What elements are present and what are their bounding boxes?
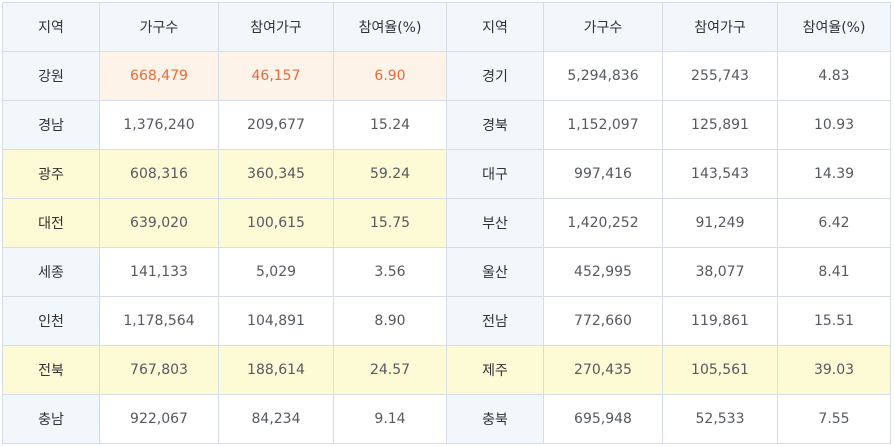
region-cell: 경남 <box>2 100 100 150</box>
region-cell: 광주 <box>2 149 100 199</box>
rate-cell: 15.51 <box>777 296 891 346</box>
households-cell: 1,420,252 <box>543 198 663 248</box>
region-cell: 제주 <box>446 345 544 395</box>
region-cell: 인천 <box>2 296 100 346</box>
region-cell: 대전 <box>2 198 100 248</box>
table-row: 전북 767,803 188,614 24.57 제주 270,435 105,… <box>2 345 891 395</box>
households-cell: 141,133 <box>99 247 219 297</box>
table-row: 충남 922,067 84,234 9.14 충북 695,948 52,533… <box>2 394 891 444</box>
households-cell: 608,316 <box>99 149 219 199</box>
households-cell: 5,294,836 <box>543 51 663 101</box>
participants-cell: 46,157 <box>218 51 334 101</box>
region-cell: 경기 <box>446 51 544 101</box>
header-rate-right: 참여율(%) <box>777 2 891 52</box>
participants-cell: 105,561 <box>662 345 778 395</box>
participants-cell: 52,533 <box>662 394 778 444</box>
households-cell: 639,020 <box>99 198 219 248</box>
rate-cell: 15.75 <box>333 198 447 248</box>
region-cell: 전남 <box>446 296 544 346</box>
table-row: 세종 141,133 5,029 3.56 울산 452,995 38,077 … <box>2 247 891 297</box>
households-cell: 1,376,240 <box>99 100 219 150</box>
households-cell: 695,948 <box>543 394 663 444</box>
participants-cell: 5,029 <box>218 247 334 297</box>
participants-cell: 84,234 <box>218 394 334 444</box>
header-region-left: 지역 <box>2 2 100 52</box>
participants-cell: 38,077 <box>662 247 778 297</box>
region-cell: 강원 <box>2 51 100 101</box>
rate-cell: 8.90 <box>333 296 447 346</box>
participants-cell: 91,249 <box>662 198 778 248</box>
table-row: 강원 668,479 46,157 6.90 경기 5,294,836 255,… <box>2 51 891 101</box>
rate-cell: 8.41 <box>777 247 891 297</box>
households-cell: 1,152,097 <box>543 100 663 150</box>
rate-cell: 39.03 <box>777 345 891 395</box>
households-cell: 1,178,564 <box>99 296 219 346</box>
region-cell: 대구 <box>446 149 544 199</box>
households-cell: 922,067 <box>99 394 219 444</box>
header-row: 지역 가구수 참여가구 참여율(%) 지역 가구수 참여가구 참여율(%) <box>2 2 891 52</box>
households-cell: 767,803 <box>99 345 219 395</box>
region-cell: 전북 <box>2 345 100 395</box>
participants-cell: 255,743 <box>662 51 778 101</box>
header-households-left: 가구수 <box>99 2 219 52</box>
table-row: 대전 639,020 100,615 15.75 부산 1,420,252 91… <box>2 198 891 248</box>
region-cell: 경북 <box>446 100 544 150</box>
participants-cell: 143,543 <box>662 149 778 199</box>
region-cell: 세종 <box>2 247 100 297</box>
participants-cell: 104,891 <box>218 296 334 346</box>
table-row: 인천 1,178,564 104,891 8.90 전남 772,660 119… <box>2 296 891 346</box>
rate-cell: 15.24 <box>333 100 447 150</box>
region-cell: 부산 <box>446 198 544 248</box>
participants-cell: 125,891 <box>662 100 778 150</box>
rate-cell: 10.93 <box>777 100 891 150</box>
households-cell: 668,479 <box>99 51 219 101</box>
participation-table: 지역 가구수 참여가구 참여율(%) 지역 가구수 참여가구 참여율(%) 강원… <box>2 2 891 444</box>
region-cell: 충남 <box>2 394 100 444</box>
header-households-right: 가구수 <box>543 2 663 52</box>
households-cell: 270,435 <box>543 345 663 395</box>
table-row: 경남 1,376,240 209,677 15.24 경북 1,152,097 … <box>2 100 891 150</box>
rate-cell: 6.42 <box>777 198 891 248</box>
households-cell: 452,995 <box>543 247 663 297</box>
participants-cell: 360,345 <box>218 149 334 199</box>
rate-cell: 9.14 <box>333 394 447 444</box>
table-row: 광주 608,316 360,345 59.24 대구 997,416 143,… <box>2 149 891 199</box>
households-cell: 772,660 <box>543 296 663 346</box>
region-cell: 울산 <box>446 247 544 297</box>
rate-cell: 3.56 <box>333 247 447 297</box>
rate-cell: 59.24 <box>333 149 447 199</box>
rate-cell: 7.55 <box>777 394 891 444</box>
rate-cell: 14.39 <box>777 149 891 199</box>
participants-cell: 119,861 <box>662 296 778 346</box>
header-rate-left: 참여율(%) <box>333 2 447 52</box>
participants-cell: 188,614 <box>218 345 334 395</box>
region-cell: 충북 <box>446 394 544 444</box>
households-cell: 997,416 <box>543 149 663 199</box>
rate-cell: 24.57 <box>333 345 447 395</box>
rate-cell: 6.90 <box>333 51 447 101</box>
rate-cell: 4.83 <box>777 51 891 101</box>
header-participants-left: 참여가구 <box>218 2 334 52</box>
header-participants-right: 참여가구 <box>662 2 778 52</box>
header-region-right: 지역 <box>446 2 544 52</box>
participants-cell: 100,615 <box>218 198 334 248</box>
participants-cell: 209,677 <box>218 100 334 150</box>
